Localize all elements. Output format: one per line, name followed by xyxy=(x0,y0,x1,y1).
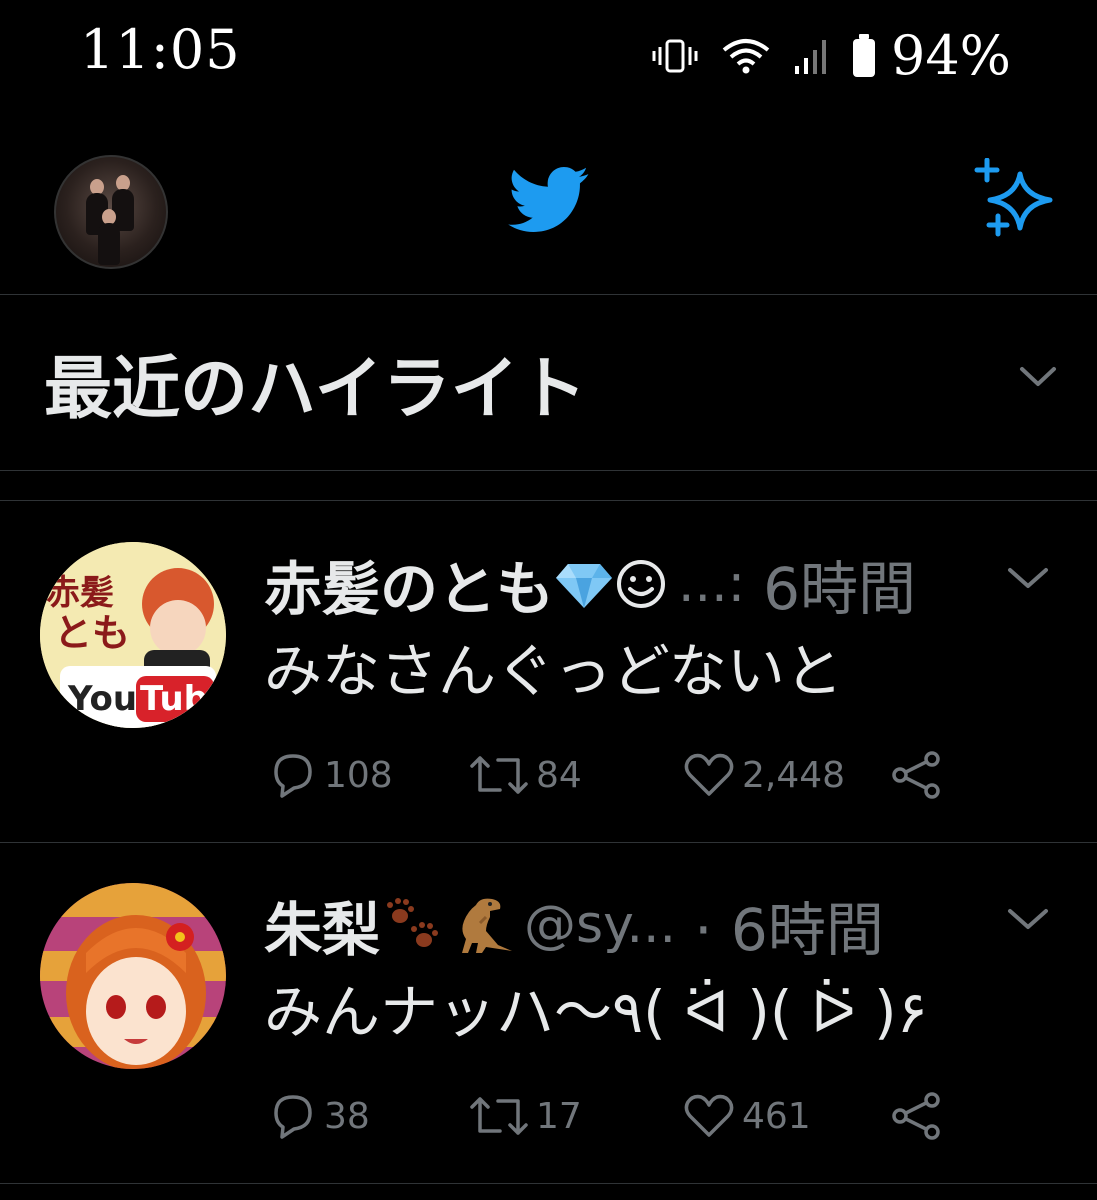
tweet-actions: 38 17 461 xyxy=(268,1091,968,1151)
reply-icon xyxy=(274,1095,312,1139)
share-button[interactable] xyxy=(888,750,944,800)
section-title: 最近のハイライト xyxy=(44,350,587,429)
svg-text:赤髪: 赤髪 xyxy=(46,573,114,613)
reply-count: 38 xyxy=(324,1095,370,1137)
signal-icon xyxy=(794,39,826,74)
tweet[interactable]: 朱梨 @sy... · 6時間 みんナッハ〜٩( ᐛ )( ᐖ )۶ 38 17… xyxy=(0,843,1097,1184)
tweet-header: 赤髪のとも ...: 6時間 xyxy=(264,544,916,624)
battery-icon xyxy=(852,33,875,77)
like-count: 461 xyxy=(742,1095,811,1137)
vibrate-icon xyxy=(652,39,698,72)
share-icon xyxy=(892,1092,940,1140)
like-button[interactable]: 2,448 xyxy=(682,750,845,800)
tweet-author-name[interactable]: 赤髪のとも xyxy=(264,542,554,626)
share-button[interactable] xyxy=(888,1091,944,1141)
twitter-bird-icon[interactable] xyxy=(508,166,590,234)
like-count: 2,448 xyxy=(742,754,846,796)
tweet-actions: 108 84 2,448 xyxy=(268,750,968,810)
app-bar xyxy=(0,110,1097,295)
reply-button[interactable]: 108 xyxy=(268,750,393,800)
tweet-text: みなさんぐっどないと xyxy=(264,637,843,705)
reply-count: 108 xyxy=(324,754,393,796)
tweet[interactable]: 赤髪 とも You Tub 赤髪のとも ...: 6時間 みなさんぐっどないと … xyxy=(0,502,1097,843)
section-spacer xyxy=(0,470,1097,501)
chevron-down-icon[interactable] xyxy=(1006,566,1050,592)
tweet-avatar[interactable] xyxy=(40,883,226,1069)
tweet-handle: @sy... xyxy=(524,895,677,955)
reply-icon xyxy=(274,754,312,798)
svg-text:You: You xyxy=(67,679,137,719)
retweet-count: 17 xyxy=(536,1095,582,1137)
retweet-icon xyxy=(470,1097,528,1135)
share-icon xyxy=(892,751,940,799)
tweet-header: 朱梨 @sy... · 6時間 xyxy=(264,885,884,965)
t-rex-emoji xyxy=(462,898,513,953)
highlights-header[interactable]: 最近のハイライト xyxy=(0,295,1097,471)
tweet-time[interactable]: · 6時間 xyxy=(694,883,884,967)
heart-icon xyxy=(684,753,734,796)
like-button[interactable]: 461 xyxy=(682,1091,811,1141)
sparkle-icon[interactable] xyxy=(970,158,1062,240)
tweet-time[interactable]: 6時間 xyxy=(763,542,916,626)
svg-text:とも: とも xyxy=(54,611,130,655)
retweet-button[interactable]: 84 xyxy=(468,750,582,800)
paw-prints-emoji xyxy=(387,898,439,947)
profile-avatar[interactable] xyxy=(54,155,168,269)
heart-icon xyxy=(684,1094,734,1137)
status-time: 11:05 xyxy=(80,18,241,81)
smiley-emoji xyxy=(617,560,666,608)
battery-percent: 94% xyxy=(890,24,1011,87)
svg-text:Tub: Tub xyxy=(140,679,208,719)
reply-button[interactable]: 38 xyxy=(268,1091,370,1141)
tweet-handle: ...: xyxy=(678,554,746,614)
gem-emoji xyxy=(556,564,613,608)
chevron-down-icon[interactable] xyxy=(1018,365,1058,389)
tweet-author-name[interactable]: 朱梨 xyxy=(264,883,380,967)
retweet-button[interactable]: 17 xyxy=(468,1091,582,1141)
chevron-down-icon[interactable] xyxy=(1006,907,1050,933)
status-bar: 11:05 94% xyxy=(0,0,1097,110)
tweet-text: みんナッハ〜٩( ᐛ )( ᐖ )۶ xyxy=(264,978,928,1046)
retweet-count: 84 xyxy=(536,754,582,796)
tweet-avatar[interactable]: 赤髪 とも You Tub xyxy=(40,542,226,728)
avatar-image: 赤髪 とも You Tub xyxy=(40,542,226,728)
wifi-icon xyxy=(722,38,770,73)
retweet-icon xyxy=(470,756,528,794)
avatar-image xyxy=(40,883,226,1069)
status-icons: 94% xyxy=(651,24,1011,87)
